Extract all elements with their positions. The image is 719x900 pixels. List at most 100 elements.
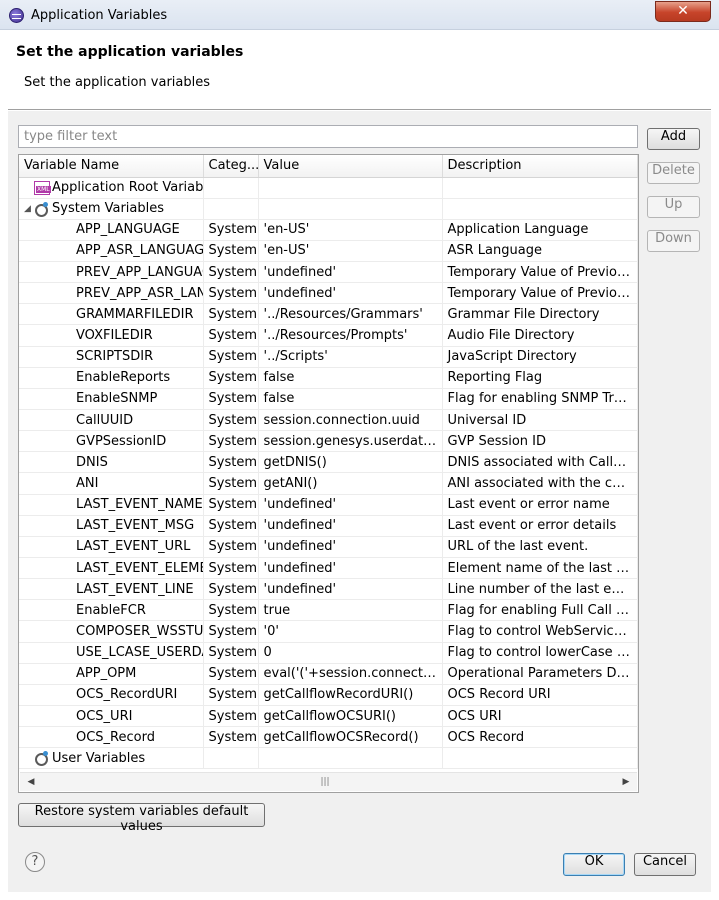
description-cell[interactable]: Flag to control lowerCase look...	[442, 642, 638, 664]
table-row[interactable]: CallUUID System session.connection.uuid Uni…	[19, 409, 638, 432]
value-cell[interactable]: getDNIS()	[258, 451, 443, 474]
table-row[interactable]: LAST_EVENT_MSG System'undefined' Last even…	[19, 515, 638, 537]
table-row[interactable]: OCS_URI System getCallflowOCSURI() OCS URI	[19, 705, 638, 728]
value-cell[interactable]: getCallflowRecordURI()	[258, 684, 443, 707]
category-cell[interactable]: System	[203, 261, 259, 284]
description-cell[interactable]: Temporary Value of Previous ...	[442, 282, 638, 305]
variable-name-cell[interactable]: SCRIPTSDIR	[19, 346, 204, 368]
variable-name-cell[interactable]: OCS_Record	[19, 726, 204, 749]
table-row[interactable]: COMPOSER_WSSTUB System '0' Flag to control …	[19, 620, 638, 643]
variable-name-cell[interactable]: LAST_EVENT_LINE	[19, 578, 204, 601]
variable-name-cell[interactable]: LAST_EVENT_URL	[19, 536, 204, 559]
description-cell[interactable]: URL of the last event.	[442, 536, 638, 559]
category-cell[interactable]: System	[203, 303, 259, 326]
variable-name-cell[interactable]: LAST_EVENT_ELEMEN	[19, 557, 204, 580]
description-cell[interactable]: ANI associated with the callin...	[442, 472, 638, 495]
table-group-row[interactable]: User Variables	[19, 747, 638, 770]
table-row[interactable]: VOXFILEDIR System '../Resources/Prompts' Au…	[19, 324, 638, 347]
variable-name-cell[interactable]: ANI	[19, 472, 204, 495]
description-cell[interactable]: Application Language	[442, 219, 638, 241]
variable-name-cell[interactable]: GRAMMARFILEDIR	[19, 303, 204, 326]
value-cell[interactable]: getANI()	[258, 472, 443, 495]
expanded-arrow-icon[interactable]: ◢	[24, 204, 34, 214]
value-cell[interactable]: getCallflowOCSRecord()	[258, 726, 443, 749]
restore-defaults-button[interactable]: Restore system variables default values	[18, 803, 265, 834]
category-cell[interactable]: System	[203, 451, 259, 474]
ok-button[interactable]: OK	[563, 853, 625, 876]
table-row[interactable]: LAST_EVENT_URL System'undefined' URL of th…	[19, 536, 638, 559]
variable-name-cell[interactable]: LAST_EVENT_MSG	[19, 515, 204, 537]
table-group-row[interactable]: ◢ System Variables	[19, 198, 638, 220]
value-cell[interactable]: false	[258, 367, 443, 389]
description-cell[interactable]: GVP Session ID	[442, 430, 638, 453]
description-cell[interactable]: Last event or error details	[442, 515, 638, 537]
table-row[interactable]: APP_LANGUAGE System'en-US' Application Lan…	[19, 219, 638, 241]
table-row[interactable]: GVPSessionID System session.genesys.userda…	[19, 430, 638, 453]
description-cell[interactable]: Flag for enabling Full Call Rec...	[442, 599, 638, 622]
close-button[interactable]: ✕	[655, 1, 711, 22]
value-cell[interactable]: 0	[258, 642, 443, 664]
description-cell[interactable]: Line number of the last event	[442, 578, 638, 601]
up-button[interactable]: Up	[647, 196, 700, 218]
description-cell[interactable]: Flag to control WebServices St...	[442, 620, 638, 643]
table-row[interactable]: OCS_Record System getCallflowOCSRecord() OC…	[19, 726, 638, 749]
category-cell[interactable]: System	[203, 494, 259, 516]
category-cell[interactable]: System	[203, 684, 259, 707]
value-cell[interactable]: 'undefined'	[258, 578, 443, 601]
table-row[interactable]: SCRIPTSDIR System '../Scripts' JavaScript D…	[19, 346, 638, 368]
add-button[interactable]: Add	[647, 128, 700, 150]
column-header-variable-name[interactable]: Variable Name	[19, 155, 204, 178]
table-row[interactable]: PREV_APP_LANGUAG System'undefined' Tempora…	[19, 261, 638, 284]
horizontal-scrollbar[interactable]: ◀ ||| ▶	[20, 772, 637, 791]
table-row[interactable]: OCS_RecordURI System getCallflowRecordURI(…	[19, 684, 638, 707]
description-cell[interactable]: Grammar File Directory	[442, 303, 638, 326]
description-cell[interactable]: Element name of the last event	[442, 557, 638, 580]
value-cell[interactable]: 'undefined'	[258, 557, 443, 580]
category-cell[interactable]: System	[203, 663, 259, 685]
variable-name-cell[interactable]: APP_ASR_LANGUAGE	[19, 240, 204, 263]
description-cell[interactable]: Universal ID	[442, 409, 638, 432]
value-cell[interactable]: 'undefined'	[258, 536, 443, 559]
variable-name-cell[interactable]: COMPOSER_WSSTUB	[19, 620, 204, 643]
category-cell[interactable]: System	[203, 620, 259, 643]
value-cell[interactable]: '../Resources/Grammars'	[258, 303, 443, 326]
value-cell[interactable]: 'en-US'	[258, 219, 443, 241]
table-row[interactable]: LAST_EVENT_ELEMENSystem'undefined'Elemen…	[19, 557, 638, 580]
value-cell[interactable]: true	[258, 599, 443, 622]
category-cell[interactable]: System	[203, 536, 259, 559]
value-cell[interactable]: '../Resources/Prompts'	[258, 324, 443, 347]
value-cell[interactable]: 'undefined'	[258, 494, 443, 516]
value-cell[interactable]: 'undefined'	[258, 282, 443, 305]
category-cell[interactable]: System	[203, 599, 259, 622]
table-row[interactable]: APP_ASR_LANGUAGE System'en-US' ASR Languag…	[19, 240, 638, 263]
variable-name-cell[interactable]: PREV_APP_LANGUAG	[19, 261, 204, 284]
value-cell[interactable]: 'undefined'	[258, 261, 443, 284]
category-cell[interactable]: System	[203, 282, 259, 305]
category-cell[interactable]: System	[203, 240, 259, 263]
variable-name-cell[interactable]: DNIS	[19, 451, 204, 474]
table-row[interactable]: GRAMMARFILEDIR System '../Resources/Gramma…	[19, 303, 638, 326]
description-cell[interactable]: OCS Record URI	[442, 684, 638, 707]
table-row[interactable]: APP_OPM System eval('('+session.connection…	[19, 663, 638, 685]
scroll-left-icon[interactable]: ◀	[24, 775, 38, 789]
category-cell[interactable]: System	[203, 472, 259, 495]
description-cell[interactable]: DNIS associated with Called p...	[442, 451, 638, 474]
down-button[interactable]: Down	[647, 230, 700, 252]
variable-name-cell[interactable]: OCS_URI	[19, 705, 204, 728]
category-cell[interactable]: System	[203, 388, 259, 411]
category-cell[interactable]: System	[203, 642, 259, 664]
description-cell[interactable]: Temporary Value of Previous ...	[442, 261, 638, 284]
variable-name-cell[interactable]: GVPSessionID	[19, 430, 204, 453]
description-cell[interactable]: Reporting Flag	[442, 367, 638, 389]
description-cell[interactable]: ASR Language	[442, 240, 638, 263]
cancel-button[interactable]: Cancel	[634, 853, 696, 876]
table-row[interactable]: USE_LCASE_USERDA System 0 Flag to control l…	[19, 642, 638, 664]
category-cell[interactable]: System	[203, 705, 259, 728]
column-header-value[interactable]: Value	[258, 155, 443, 178]
category-cell[interactable]: System	[203, 409, 259, 432]
description-cell[interactable]: OCS URI	[442, 705, 638, 728]
table-row[interactable]: PREV_APP_ASR_LANG System'undefined' Tempor…	[19, 282, 638, 305]
category-cell[interactable]: System	[203, 557, 259, 580]
description-cell[interactable]: Flag for enabling SNMP Traps	[442, 388, 638, 411]
column-header-description[interactable]: Description	[442, 155, 638, 178]
